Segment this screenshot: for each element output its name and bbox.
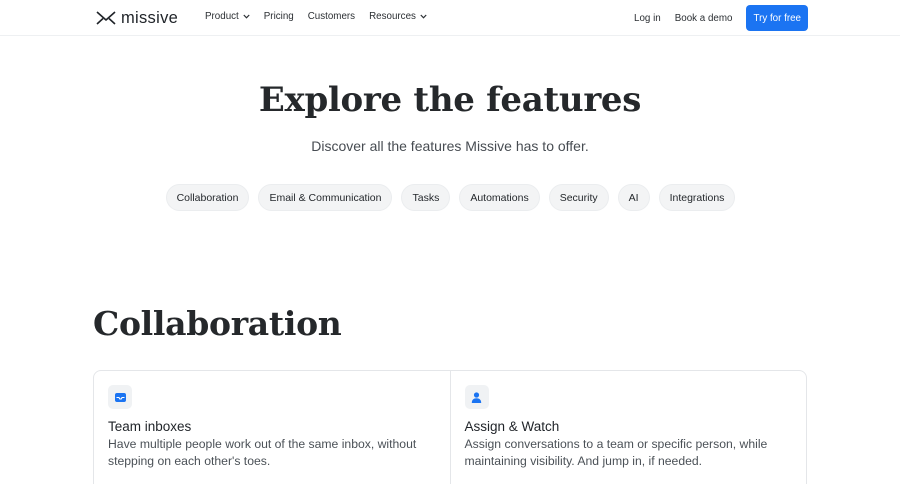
chip-tasks[interactable]: Tasks	[401, 184, 451, 211]
page-subtitle: Discover all the features Missive has to…	[311, 138, 589, 154]
section-title: Collaboration	[93, 304, 342, 343]
feature-cards: Team inboxes Have multiple people work o…	[93, 370, 807, 484]
chip-security[interactable]: Security	[548, 184, 609, 211]
chip-email-communication[interactable]: Email & Communication	[258, 184, 393, 211]
chevron-down-icon	[243, 14, 250, 19]
try-for-free-button[interactable]: Try for free	[746, 5, 808, 31]
feature-category-chips: Collaboration Email & Communication Task…	[0, 184, 900, 211]
chip-collaboration[interactable]: Collaboration	[165, 184, 250, 211]
person-icon	[464, 385, 489, 409]
nav-product[interactable]: Product	[205, 11, 250, 22]
nav-resources-label: Resources	[369, 11, 416, 22]
top-navigation: missive Product Pricing Customers Resour…	[0, 0, 900, 36]
card-description: Assign conversations to a team or specif…	[464, 437, 768, 468]
login-link[interactable]: Log in	[634, 13, 661, 24]
feature-card-assign-watch: Assign & Watch Assign conversations to a…	[449, 371, 807, 484]
chip-integrations[interactable]: Integrations	[658, 184, 736, 211]
card-title: Team inboxes	[108, 419, 192, 434]
chevron-down-icon	[420, 14, 427, 19]
missive-logo[interactable]: missive	[96, 9, 178, 27]
nav-actions: Log in Book a demo Try for free	[634, 5, 808, 31]
nav-pricing-label: Pricing	[263, 11, 294, 22]
nav-customers-label: Customers	[307, 11, 356, 22]
inbox-tray-icon	[108, 385, 132, 409]
missive-logo-icon	[96, 11, 116, 25]
nav-customers[interactable]: Customers	[308, 11, 355, 22]
page-title: Explore the features	[258, 80, 642, 120]
card-title: Assign & Watch	[464, 419, 560, 434]
nav-product-label: Product	[205, 11, 239, 22]
chip-ai[interactable]: AI	[617, 184, 650, 211]
nav-resources[interactable]: Resources	[369, 11, 427, 22]
nav-pricing[interactable]: Pricing	[264, 11, 294, 22]
chip-automations[interactable]: Automations	[459, 184, 540, 211]
brand-name: missive	[121, 9, 179, 27]
book-demo-link[interactable]: Book a demo	[675, 13, 733, 24]
primary-nav: Product Pricing Customers Resources	[205, 11, 427, 22]
feature-card-team-inboxes: Team inboxes Have multiple people work o…	[94, 371, 450, 484]
card-description: Have multiple people work out of the sam…	[108, 437, 417, 468]
